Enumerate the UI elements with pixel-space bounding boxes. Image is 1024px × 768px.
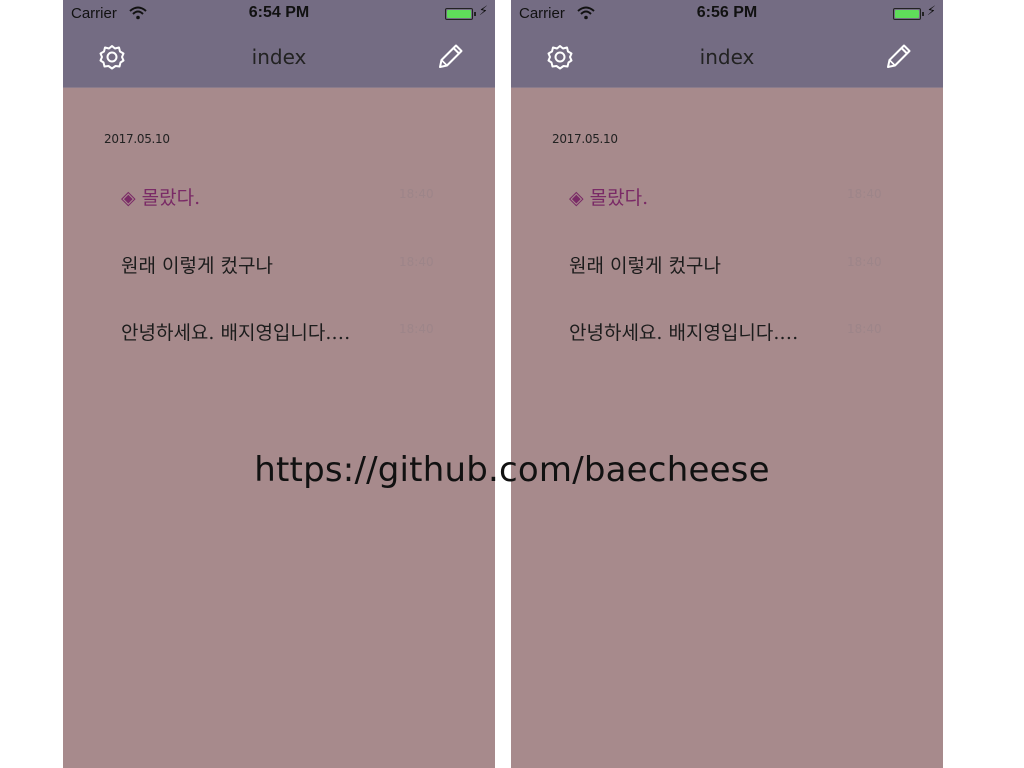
list-item[interactable]: 원래 이렇게 컸구나 18:40 [511, 235, 943, 291]
nav-title: index [251, 45, 307, 69]
top-bar: Carrier 6:56 PM ⚡ index [511, 0, 943, 88]
list-item[interactable]: 안녕하세요. 배지영입니다.… 18:40 [63, 302, 495, 358]
nav-title: index [699, 45, 755, 69]
battery-icon [893, 8, 924, 20]
item-title: ◈ 몰랐다. [121, 187, 201, 209]
compose-button[interactable] [433, 40, 467, 74]
list-item[interactable]: ◈ 몰랐다. 18:40 [63, 167, 495, 223]
date-section-header: 2017.05.10 [552, 132, 618, 146]
item-title: 안녕하세요. 배지영입니다.… [569, 322, 799, 344]
list-item[interactable]: 안녕하세요. 배지영입니다.… 18:40 [511, 302, 943, 358]
item-title: 안녕하세요. 배지영입니다.… [121, 322, 351, 344]
pencil-icon [433, 44, 467, 78]
status-bar: Carrier 6:56 PM ⚡ [511, 0, 943, 28]
navigation-bar: index [63, 28, 495, 86]
date-section-header: 2017.05.10 [104, 132, 170, 146]
list-item[interactable]: ◈ 몰랐다. 18:40 [511, 167, 943, 223]
diamond-marker-icon: ◈ [121, 187, 136, 209]
charging-bolt-icon: ⚡ [926, 4, 936, 19]
status-time: 6:56 PM [696, 4, 758, 21]
item-title: 원래 이렇게 컸구나 [121, 255, 273, 277]
diamond-marker-icon: ◈ [569, 187, 584, 209]
navigation-bar: index [511, 28, 943, 86]
item-time: 18:40 [847, 322, 882, 336]
compose-button[interactable] [881, 40, 915, 74]
phone-screen-left: Carrier 6:54 PM ⚡ index 2017.05.10 ◈ 몰랐다… [63, 0, 495, 768]
phone-screen-right: Carrier 6:56 PM ⚡ index 2017.05.10 ◈ 몰랐다… [511, 0, 943, 768]
list-item[interactable]: 원래 이렇게 컸구나 18:40 [63, 235, 495, 291]
item-time: 18:40 [847, 187, 882, 201]
status-bar: Carrier 6:54 PM ⚡ [63, 0, 495, 28]
item-time: 18:40 [847, 255, 882, 269]
pencil-icon [881, 44, 915, 78]
battery-icon [445, 8, 476, 20]
item-time: 18:40 [399, 322, 434, 336]
status-time: 6:54 PM [248, 4, 310, 21]
item-title: ◈ 몰랐다. [569, 187, 649, 209]
top-bar: Carrier 6:54 PM ⚡ index [63, 0, 495, 88]
item-time: 18:40 [399, 255, 434, 269]
watermark-url: https://github.com/baecheese [254, 450, 770, 490]
item-title: 원래 이렇게 컸구나 [569, 255, 721, 277]
item-time: 18:40 [399, 187, 434, 201]
charging-bolt-icon: ⚡ [478, 4, 488, 19]
